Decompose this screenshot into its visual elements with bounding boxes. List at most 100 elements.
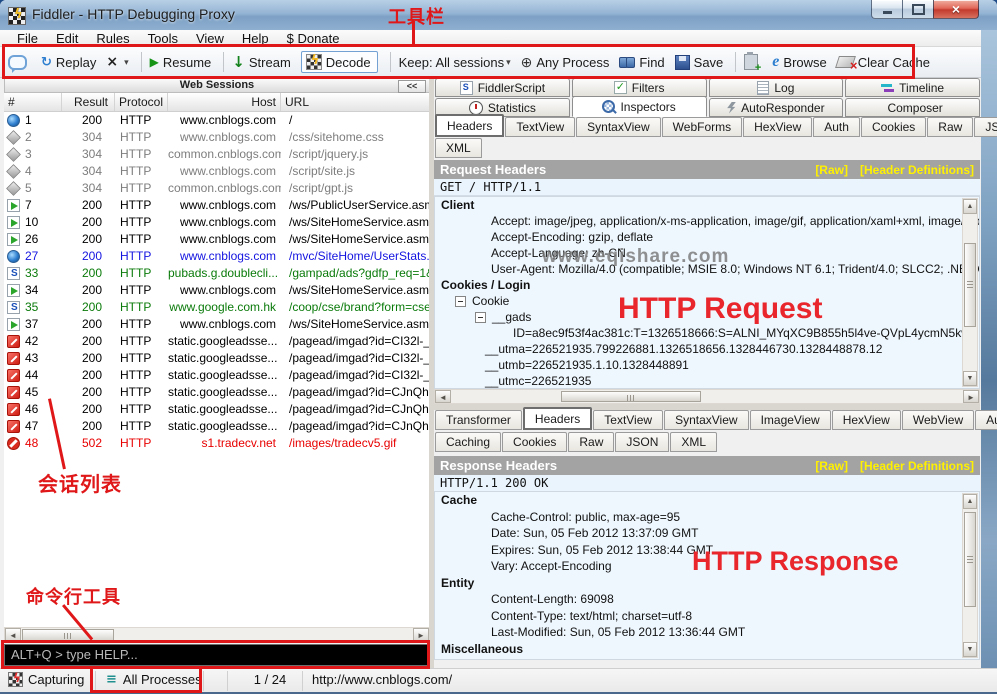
- menu-item[interactable]: View: [187, 31, 233, 46]
- resume-button[interactable]: ▶Resume: [150, 55, 212, 70]
- request-header-line[interactable]: Cookie: [435, 293, 979, 309]
- request-header-line[interactable]: __utma=226521935.799226881.1326518656.13…: [435, 341, 979, 357]
- scrollbar-thumb[interactable]: [964, 243, 976, 327]
- clipboard-button[interactable]: [744, 54, 762, 70]
- menu-item[interactable]: File: [8, 31, 47, 46]
- session-row[interactable]: 45 200 HTTP static.googleadsse... /pagea…: [4, 384, 430, 401]
- main-tab[interactable]: Composer: [845, 98, 980, 117]
- inspector-tab[interactable]: WebView: [902, 410, 974, 430]
- raw-link[interactable]: [Raw]: [815, 163, 848, 177]
- response-header-line[interactable]: Cache: [435, 492, 979, 509]
- title-bar[interactable]: Fiddler - HTTP Debugging Proxy ×: [0, 0, 997, 31]
- inspector-tab[interactable]: Auth: [813, 117, 860, 137]
- close-button[interactable]: ×: [933, 0, 979, 19]
- menu-item[interactable]: Rules: [87, 31, 138, 46]
- request-header-line[interactable]: __utmb=226521935.1.10.1328448891: [435, 357, 979, 373]
- inspector-tab[interactable]: Caching: [435, 432, 501, 452]
- request-header-line[interactable]: Client: [435, 197, 979, 213]
- inspector-tab[interactable]: Auth: [975, 410, 997, 430]
- collapse-node-icon[interactable]: [475, 312, 486, 323]
- inspector-tab[interactable]: Raw: [568, 432, 614, 452]
- header-definitions-link[interactable]: [Header Definitions]: [860, 163, 974, 177]
- menu-item[interactable]: Help: [233, 31, 278, 46]
- response-header-line[interactable]: Last-Modified: Sun, 05 Feb 2012 13:36:44…: [435, 624, 979, 641]
- inspector-tab[interactable]: Transformer: [435, 410, 522, 430]
- collapse-node-icon[interactable]: [455, 296, 466, 307]
- response-status-line[interactable]: HTTP/1.1 200 OK: [434, 475, 980, 492]
- inspector-tab[interactable]: SyntaxView: [664, 410, 748, 430]
- inspector-tab[interactable]: TextView: [593, 410, 663, 430]
- session-row[interactable]: 37 200 HTTP www.cnblogs.com /ws/SiteHome…: [4, 316, 430, 333]
- response-header-line[interactable]: Content-Type: text/html; charset=utf-8: [435, 608, 979, 625]
- request-header-line[interactable]: __gads: [435, 309, 979, 325]
- session-row[interactable]: 26 200 HTTP www.cnblogs.com /ws/SiteHome…: [4, 231, 430, 248]
- scroll-down-icon[interactable]: ▼: [963, 371, 977, 386]
- request-hscrollbar[interactable]: ◄ ►: [434, 389, 980, 404]
- menu-item[interactable]: Edit: [47, 31, 87, 46]
- scroll-right-icon[interactable]: ►: [963, 390, 979, 403]
- inspector-tab[interactable]: JSON: [974, 117, 997, 137]
- main-tab[interactable]: Filters: [572, 78, 707, 97]
- find-button[interactable]: Find: [619, 55, 664, 70]
- scroll-left-icon[interactable]: ◄: [5, 628, 21, 642]
- session-row[interactable]: 46 200 HTTP static.googleadsse... /pagea…: [4, 401, 430, 418]
- scrollbar-thumb[interactable]: [22, 629, 114, 641]
- scroll-right-icon[interactable]: ►: [413, 628, 429, 642]
- request-header-line[interactable]: User-Agent: Mozilla/4.0 (compatible; MSI…: [435, 261, 979, 277]
- session-row[interactable]: 34 200 HTTP www.cnblogs.com /ws/SiteHome…: [4, 282, 430, 299]
- column-header-protocol[interactable]: Protocol: [115, 93, 168, 111]
- decode-toggle[interactable]: Decode: [301, 51, 378, 73]
- inspector-tab[interactable]: Cookies: [861, 117, 926, 137]
- browse-button[interactable]: eBrowse: [772, 53, 826, 71]
- session-list-hscrollbar[interactable]: ◄ ►: [4, 627, 430, 643]
- request-header-line[interactable]: Accept: image/jpeg, application/x-ms-app…: [435, 213, 979, 229]
- minimize-button[interactable]: [871, 0, 903, 19]
- session-row[interactable]: 10 200 HTTP www.cnblogs.com /ws/SiteHome…: [4, 214, 430, 231]
- capturing-indicator[interactable]: Capturing: [8, 672, 84, 687]
- inspector-tab[interactable]: SyntaxView: [576, 117, 660, 137]
- session-row[interactable]: 3 304 HTTP common.cnblogs.com /script/jq…: [4, 146, 430, 163]
- main-tab[interactable]: Inspectors: [572, 96, 707, 117]
- raw-link[interactable]: [Raw]: [815, 459, 848, 473]
- inspector-tab[interactable]: XML: [435, 138, 482, 158]
- column-header-number[interactable]: #: [4, 93, 62, 111]
- inspector-tab[interactable]: Raw: [927, 117, 973, 137]
- session-row[interactable]: 47 200 HTTP static.googleadsse... /pagea…: [4, 418, 430, 435]
- request-start-line[interactable]: GET / HTTP/1.1: [434, 179, 980, 196]
- scrollbar-thumb[interactable]: [561, 391, 701, 402]
- process-filter[interactable]: ≡All Processes: [106, 672, 202, 687]
- inspector-tab[interactable]: Headers: [435, 114, 504, 137]
- inspector-tab[interactable]: JSON: [615, 432, 669, 452]
- response-header-line[interactable]: Miscellaneous: [435, 641, 979, 658]
- inspector-tab[interactable]: HexView: [832, 410, 901, 430]
- chevron-down-icon[interactable]: ▾: [124, 57, 129, 68]
- collapse-panel-button[interactable]: <<: [398, 80, 426, 93]
- inspector-tab[interactable]: HexView: [743, 117, 812, 137]
- request-header-line[interactable]: Cookies / Login: [435, 277, 979, 293]
- main-tab[interactable]: AutoResponder: [709, 98, 844, 117]
- response-header-line[interactable]: Vary: Accept-Encoding: [435, 558, 979, 575]
- request-header-line[interactable]: ID=a8ec9f53f4ac381c:T=1326518666:S=ALNI_…: [435, 325, 979, 341]
- request-vscrollbar[interactable]: ▲ ▼: [962, 198, 978, 387]
- quickexec-input[interactable]: ALT+Q > type HELP...: [4, 644, 430, 666]
- response-header-line[interactable]: Content-Length: 69098: [435, 591, 979, 608]
- response-header-line[interactable]: Date: Sun, 05 Feb 2012 13:37:09 GMT: [435, 525, 979, 542]
- scrollbar-thumb[interactable]: [964, 512, 976, 607]
- clear-cache-button[interactable]: Clear Cache: [837, 55, 930, 70]
- request-header-line[interactable]: Accept-Encoding: gzip, deflate: [435, 229, 979, 245]
- inspector-tab[interactable]: ImageView: [750, 410, 831, 430]
- request-header-line[interactable]: __utmc=226521935: [435, 373, 979, 389]
- scroll-up-icon[interactable]: ▲: [963, 199, 977, 214]
- menu-item[interactable]: Tools: [139, 31, 187, 46]
- session-row[interactable]: 42 200 HTTP static.googleadsse... /pagea…: [4, 333, 430, 350]
- comment-bubble-icon[interactable]: [8, 55, 27, 70]
- request-header-line[interactable]: Accept-Language: zh-CN: [435, 245, 979, 261]
- session-row[interactable]: 44 200 HTTP static.googleadsse... /pagea…: [4, 367, 430, 384]
- session-row[interactable]: 5 304 HTTP common.cnblogs.com /script/gp…: [4, 180, 430, 197]
- scroll-left-icon[interactable]: ◄: [435, 390, 451, 403]
- scroll-up-icon[interactable]: ▲: [963, 494, 977, 509]
- session-row[interactable]: 43 200 HTTP static.googleadsse... /pagea…: [4, 350, 430, 367]
- main-tab[interactable]: Log: [709, 78, 844, 97]
- session-row[interactable]: 4 304 HTTP www.cnblogs.com /script/site.…: [4, 163, 430, 180]
- menu-item[interactable]: $ Donate: [278, 31, 349, 46]
